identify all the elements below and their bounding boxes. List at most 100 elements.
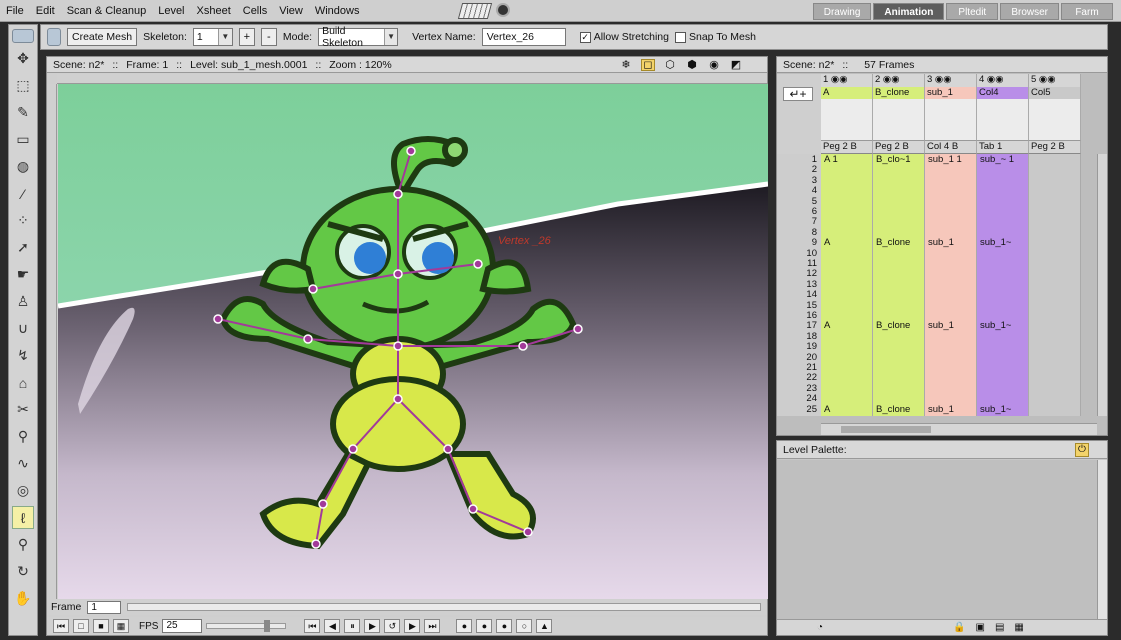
cell-label[interactable]: B_clone [876, 320, 910, 331]
ruler-vertical[interactable] [47, 84, 57, 599]
rotate-tool-icon[interactable]: ↻ [12, 560, 34, 583]
frame-number[interactable]: 5 [812, 196, 817, 207]
style-picker-icon[interactable]: ⁄ [12, 182, 34, 205]
pinch-tool-icon[interactable]: ☛ [12, 263, 34, 286]
menu-cells[interactable]: Cells [237, 5, 273, 17]
pause-icon[interactable]: ⏸ [344, 619, 361, 633]
animate-tool-icon[interactable]: ✥ [12, 47, 34, 70]
cell-label[interactable]: B_clone [876, 237, 910, 248]
column-name[interactable]: sub_1 [925, 87, 977, 99]
column-pegbar[interactable]: Peg 2 B [873, 141, 925, 154]
column-thumbnail[interactable] [925, 99, 977, 141]
cell-label[interactable]: B_clone [876, 404, 910, 415]
cell-label[interactable]: sub_~ 1 [980, 154, 1014, 165]
xsheet-horizontal-scrollbar[interactable] [821, 423, 1097, 435]
column-cells[interactable]: sub_~ 1 sub_1~ sub_1~ sub_1~ [977, 154, 1029, 416]
column-number[interactable]: 1 ◉◉ [821, 74, 873, 87]
remove-skeleton-button[interactable]: - [260, 28, 277, 46]
ruler-horizontal[interactable] [57, 74, 767, 84]
frame-number[interactable]: 12 [806, 268, 817, 279]
skeleton-tool-icon[interactable]: ⚲ [12, 425, 34, 448]
xsheet-column[interactable]: 2 ◉◉ B_clone Peg 2 B B_clo~1 B_clone B_clone B… [873, 74, 925, 419]
column-thumbnail[interactable] [977, 99, 1029, 141]
last-frame-icon[interactable]: ⏭ [424, 619, 441, 633]
frame-number[interactable]: 13 [806, 279, 817, 290]
column-pegbar[interactable]: Peg 2 B [1029, 141, 1081, 154]
hook-tool-icon[interactable]: ◎ [12, 479, 34, 502]
palette-grid-icon[interactable]: ▦ [1014, 622, 1023, 633]
pump-tool-icon[interactable]: ♙ [12, 290, 34, 313]
iron-tool-icon[interactable]: ⌂ [12, 371, 34, 394]
menu-file[interactable]: File [0, 5, 30, 17]
xsheet-column[interactable]: 1 ◉◉ A Peg 2 BA 1AAA [821, 74, 873, 419]
cell-label[interactable]: A 1 [824, 154, 838, 165]
play-icon[interactable]: ▶ [364, 619, 381, 633]
preview-eye-icon[interactable]: ◉ [707, 59, 721, 71]
frame-number[interactable]: 19 [806, 341, 817, 352]
frame-number[interactable]: 17 [806, 320, 817, 331]
column-pegbar[interactable]: Peg 2 B [821, 141, 873, 154]
palette-body[interactable] [777, 460, 1107, 620]
cell-label[interactable]: A [824, 404, 830, 415]
column-number[interactable]: 2 ◉◉ [873, 74, 925, 87]
power-icon[interactable]: ⏻ [1075, 442, 1089, 457]
frame-number[interactable]: 14 [806, 289, 817, 300]
selection-tool-icon[interactable]: ⬚ [12, 74, 34, 97]
room-tab-drawing[interactable]: Drawing [812, 3, 872, 20]
palette-list-icon[interactable]: ▤ [995, 622, 1004, 633]
bg-white-icon[interactable]: □ [73, 619, 89, 633]
red-channel-icon[interactable]: ● [456, 619, 473, 633]
alpha-channel-icon[interactable]: ○ [516, 619, 533, 633]
column-number[interactable]: 4 ◉◉ [977, 74, 1029, 87]
fps-field[interactable]: 25 [162, 619, 203, 633]
xsheet-vertical-scrollbar[interactable] [1097, 154, 1107, 416]
column-thumbnail[interactable] [1029, 99, 1081, 141]
frame-number[interactable]: 9 [812, 237, 817, 248]
bg-checker-icon[interactable]: ▦ [113, 619, 129, 633]
frame-number[interactable]: 21 [806, 362, 817, 373]
rewind-icon[interactable]: ⏮ [53, 619, 69, 633]
column-number[interactable]: 5 ◉◉ [1029, 74, 1081, 87]
frame-number[interactable]: 10 [806, 248, 817, 259]
snap-to-mesh-checkbox[interactable]: Snap To Mesh [675, 31, 756, 43]
column-cells[interactable]: sub_1 1 sub_1 sub_1 sub_1 [925, 154, 977, 416]
frame-slider[interactable] [127, 603, 761, 611]
fill-tool-icon[interactable]: ◍ [12, 155, 34, 178]
hand-tool-icon[interactable]: ✋ [12, 587, 34, 610]
skeleton-select[interactable]: 1 ▼ [192, 28, 233, 46]
xsheet-column[interactable]: 4 ◉◉ Col4 Tab 1 sub_~ 1 sub_1~ sub_1~ sub_1~ [977, 74, 1029, 419]
cell-label[interactable]: sub_1 [928, 320, 954, 331]
room-tab-browser[interactable]: Browser [1000, 3, 1059, 20]
eraser-tool-icon[interactable]: ▭ [12, 128, 34, 151]
fps-slider[interactable] [206, 620, 287, 632]
palette-view-icon[interactable]: ◔ [817, 622, 823, 633]
fps-slider-knob[interactable] [263, 620, 270, 632]
column-pegbar[interactable]: Tab 1 [977, 141, 1029, 154]
control-point-editor-icon[interactable]: ➚ [12, 236, 34, 259]
bg-black-icon[interactable]: ■ [93, 619, 109, 633]
sub-camera-icon[interactable]: ◩ [729, 59, 743, 71]
xsheet-column[interactable]: 5 ◉◉ Col5 Peg 2 B [1029, 74, 1081, 419]
menu-level[interactable]: Level [152, 5, 190, 17]
blue-channel-icon[interactable]: ● [496, 619, 513, 633]
add-column-button[interactable]: ↵+ [783, 87, 813, 101]
tracker-tool-icon[interactable]: ∿ [12, 452, 34, 475]
cell-label[interactable]: sub_1 [928, 404, 954, 415]
create-mesh-button[interactable]: Create Mesh [67, 28, 138, 46]
frame-number[interactable]: 3 [812, 175, 817, 186]
frame-number[interactable]: 25 [806, 404, 817, 415]
frame-number[interactable]: 23 [806, 383, 817, 394]
cell-label[interactable]: sub_1~ [980, 404, 1011, 415]
zoom-tool-icon[interactable]: ⚲ [12, 533, 34, 556]
xsheet-grid-icon[interactable] [457, 3, 493, 19]
menu-view[interactable]: View [273, 5, 309, 17]
next-frame-icon[interactable]: ▶ [404, 619, 421, 633]
frame-number[interactable]: 11 [807, 258, 817, 269]
frame-number[interactable]: 4 [812, 185, 817, 196]
loop-icon[interactable]: ↺ [384, 619, 401, 633]
palette-scrollbar[interactable] [1097, 460, 1107, 620]
green-channel-icon[interactable]: ● [476, 619, 493, 633]
allow-stretching-checkbox[interactable]: ✓ Allow Stretching [579, 31, 669, 43]
freeze-icon[interactable]: ❄ [619, 59, 633, 71]
column-name[interactable]: Col5 [1029, 87, 1081, 99]
